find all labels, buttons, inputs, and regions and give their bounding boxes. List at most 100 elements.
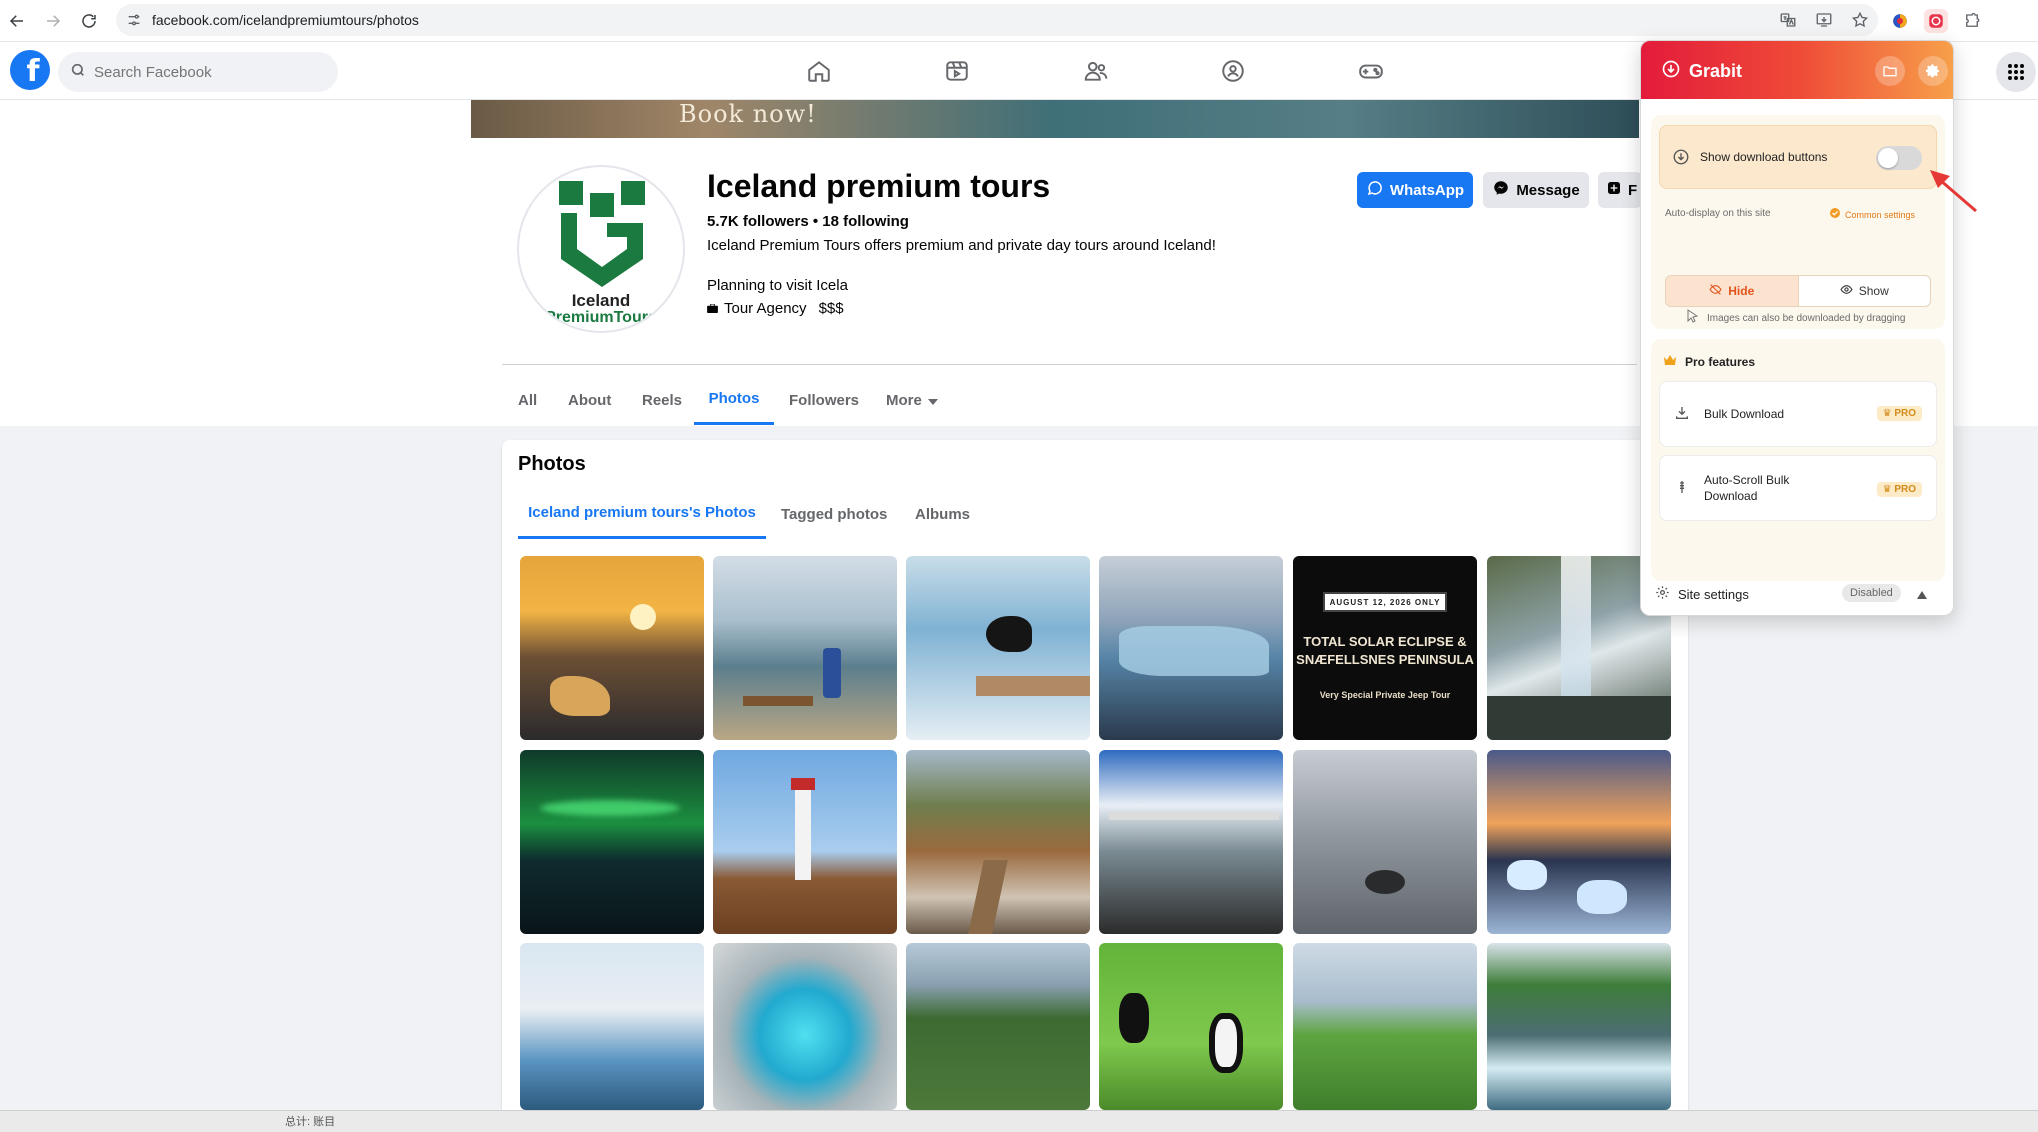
scroll-lines-icon [1674, 479, 1690, 498]
pro-features-section: Pro features Bulk Download ♛ PRO Auto-Sc… [1651, 339, 1945, 581]
reload-icon[interactable] [76, 8, 102, 34]
site-settings-label: Site settings [1678, 586, 1749, 602]
auto-display-label: Auto-display on this site [1665, 208, 1771, 219]
grabit-header: Grabit [1641, 41, 1953, 99]
folder-icon[interactable] [1875, 56, 1905, 86]
forward-icon[interactable] [40, 8, 66, 34]
grabit-extension-icon[interactable] [1924, 9, 1948, 33]
tab-reels[interactable]: Reels [640, 375, 684, 425]
page-category: Tour Agency $$$ [707, 300, 844, 317]
photos-title: Photos [518, 453, 586, 475]
tab-photos[interactable]: Photos [694, 375, 774, 425]
site-settings-row[interactable]: Site settings Disabled [1641, 571, 1953, 615]
tab-about[interactable]: About [566, 375, 613, 425]
photo-thumbnail[interactable] [1487, 943, 1671, 1110]
page-planning-text: Planning to visit Icela [707, 277, 848, 294]
photo-thumbnail[interactable] [1293, 943, 1477, 1110]
install-app-icon[interactable] [1812, 8, 1836, 32]
photo-thumbnail[interactable] [1487, 750, 1671, 934]
show-download-toggle[interactable] [1876, 146, 1922, 170]
translate-icon[interactable] [1776, 8, 1800, 32]
tab-followers[interactable]: Followers [787, 375, 861, 425]
eye-off-icon [1709, 283, 1722, 299]
site-info-icon[interactable] [126, 12, 142, 33]
tab-more[interactable]: More [884, 375, 940, 425]
follow-button[interactable]: F [1598, 172, 1642, 208]
gear-icon[interactable] [1918, 56, 1948, 86]
check-circle-icon [1829, 206, 1841, 224]
pro-badge: ♛ PRO [1876, 482, 1922, 497]
download-tray-icon [1674, 405, 1690, 424]
bookmark-star-icon[interactable] [1848, 8, 1872, 32]
follow-icon [1606, 180, 1622, 200]
home-icon[interactable] [801, 54, 837, 88]
facebook-logo-icon[interactable]: f [10, 50, 50, 90]
price-range: $$$ [818, 300, 844, 317]
photo-thumbnail[interactable] [906, 556, 1090, 740]
photo-thumbnail[interactable] [520, 943, 704, 1110]
cover-text: Book now! [679, 100, 817, 128]
address-bar[interactable]: facebook.com/icelandpremiumtours/photos [116, 4, 1878, 36]
toggle-label: Show download buttons [1700, 150, 1828, 164]
back-icon[interactable] [4, 8, 30, 34]
photo-thumbnail[interactable] [1099, 556, 1283, 740]
subtab-albums[interactable]: Albums [915, 489, 970, 539]
video-icon[interactable] [939, 54, 975, 88]
photo-thumbnail[interactable] [713, 750, 897, 934]
logo-line1: Iceland [571, 291, 631, 310]
extensions-puzzle-icon[interactable] [1960, 9, 1984, 33]
bulk-download-item[interactable]: Bulk Download ♛ PRO [1659, 381, 1937, 447]
whatsapp-button[interactable]: WhatsApp [1357, 172, 1473, 208]
tab-all[interactable]: All [516, 375, 539, 425]
auto-scroll-label: Auto-Scroll Bulk Download [1704, 473, 1790, 503]
common-settings-link[interactable]: Common settings [1829, 206, 1915, 224]
follow-label: F [1628, 181, 1638, 199]
groups-icon[interactable] [1215, 54, 1251, 88]
photo-thumbnail[interactable] [713, 556, 897, 740]
photo-thumbnail[interactable] [520, 750, 704, 934]
photo-thumbnail[interactable] [520, 556, 704, 740]
message-label: Message [1516, 181, 1580, 199]
hide-option[interactable]: Hide [1666, 276, 1799, 306]
crown-icon [1663, 353, 1677, 371]
photo-thumbnail[interactable] [1099, 943, 1283, 1110]
grabit-panel: Grabit Show download buttons Auto-displa… [1640, 40, 1954, 616]
photo-thumbnail[interactable] [906, 750, 1090, 934]
toggle-row: Show download buttons [1659, 125, 1937, 189]
caret-down-icon [927, 392, 938, 409]
search-input[interactable] [94, 63, 314, 81]
cover-photo[interactable]: Book now! [471, 100, 1639, 138]
gaming-icon[interactable] [1353, 54, 1389, 88]
photo-thumbnail[interactable] [1293, 750, 1477, 934]
eclipse-promo-thumbnail[interactable]: AUGUST 12, 2026 ONLY TOTAL SOLAR ECLIPSE… [1293, 556, 1477, 740]
download-circle-icon [1672, 148, 1690, 171]
eclipse-date: AUGUST 12, 2026 ONLY [1323, 592, 1447, 612]
eye-icon [1840, 283, 1853, 299]
photo-thumbnail[interactable] [906, 943, 1090, 1110]
auto-scroll-item[interactable]: Auto-Scroll Bulk Download ♛ PRO [1659, 455, 1937, 521]
toggle-knob [1878, 148, 1898, 168]
pro-features-title: Pro features [1685, 355, 1756, 369]
message-button[interactable]: Message [1483, 172, 1589, 208]
profile-avatar[interactable]: Iceland PremiumTours [517, 165, 685, 333]
whatsapp-label: WhatsApp [1389, 181, 1465, 199]
photo-thumbnail[interactable] [713, 943, 897, 1110]
photo-thumbnail[interactable] [1099, 750, 1283, 934]
eclipse-line1: TOTAL SOLAR ECLIPSE & [1303, 634, 1467, 649]
site-status-badge: Disabled [1842, 584, 1901, 602]
briefcase-icon [707, 300, 718, 317]
subtab-page-photos[interactable]: Iceland premium tours's Photos [518, 489, 766, 539]
show-option[interactable]: Show [1799, 276, 1931, 306]
extension-colorful-icon[interactable] [1888, 9, 1912, 33]
subtab-tagged-photos[interactable]: Tagged photos [781, 489, 887, 539]
show-label: Show [1858, 284, 1889, 298]
logo-line2: PremiumTours [545, 309, 657, 326]
drag-hint: Images can also be downloaded by draggin… [1687, 309, 1905, 328]
menu-grid-icon[interactable] [1996, 52, 2036, 92]
grabit-title-label: Grabit [1689, 61, 1743, 81]
follower-stats[interactable]: 5.7K followers • 18 following [707, 213, 909, 230]
drag-hint-text: Images can also be downloaded by draggin… [1707, 313, 1906, 324]
caret-up-icon[interactable] [1917, 587, 1927, 602]
friends-icon[interactable] [1078, 54, 1114, 88]
search-box[interactable] [58, 52, 338, 92]
